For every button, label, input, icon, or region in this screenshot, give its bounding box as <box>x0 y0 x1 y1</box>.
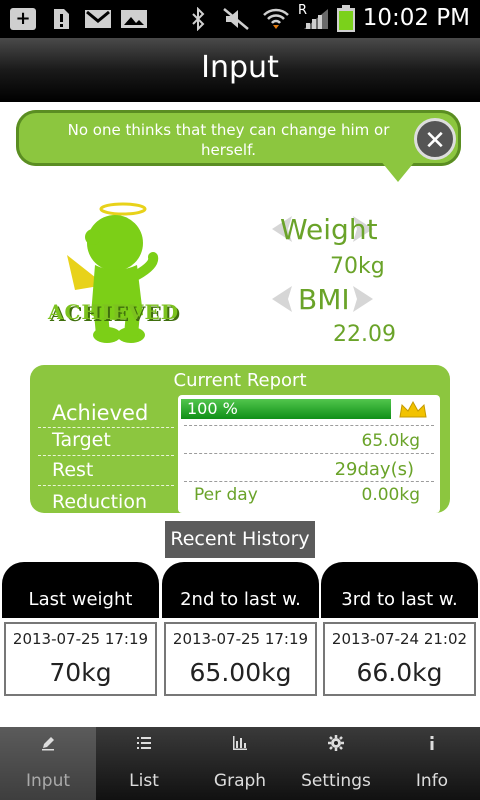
crown-icon <box>399 400 427 418</box>
status-clock: 10:02 PM <box>362 5 470 31</box>
notification-plus-icon: + <box>10 7 36 31</box>
row-divider <box>38 485 174 486</box>
history-date: 2013-07-24 21:02 <box>331 630 468 648</box>
battery-icon <box>336 5 356 32</box>
title-bar: Input <box>0 38 480 102</box>
nav-tab-info[interactable]: Info <box>384 727 480 800</box>
history-date: 2013-07-25 17:19 <box>172 630 309 648</box>
row-divider <box>184 425 434 426</box>
row-divider <box>38 455 174 456</box>
gmail-icon <box>84 7 112 31</box>
history-card-body: 2013-07-24 21:02 66.0kg <box>323 622 476 696</box>
pencil-icon <box>0 735 96 755</box>
roaming-indicator: R <box>298 3 308 18</box>
history-card-third[interactable]: 3rd to last w. 2013-07-24 21:02 66.0kg <box>321 562 478 696</box>
rest-value: 29day(s) <box>334 459 414 480</box>
history-date: 2013-07-25 17:19 <box>12 630 149 648</box>
wifi-icon <box>262 7 290 31</box>
history-card-last[interactable]: Last weight 2013-07-25 17:19 70kg <box>2 562 159 696</box>
history-weight: 65.00kg <box>189 658 292 687</box>
row-divider <box>38 427 174 428</box>
history-card-header: 3rd to last w. <box>321 562 478 618</box>
gear-icon <box>288 735 384 755</box>
tip-message: No one thinks that they can change him o… <box>67 121 390 159</box>
target-label: Target <box>52 429 111 451</box>
signal-icon: R <box>296 3 330 31</box>
bar-chart-icon <box>192 735 288 755</box>
list-icon <box>96 735 192 755</box>
nav-label: Info <box>415 771 449 791</box>
tip-bubble-tail <box>380 160 416 182</box>
history-card-header: 2nd to last w. <box>162 562 319 618</box>
nav-label: Settings <box>301 771 371 791</box>
row-divider <box>184 481 434 482</box>
history-card-body: 2013-07-25 17:19 70kg <box>4 622 157 696</box>
bmi-value: 22.09 <box>333 322 396 347</box>
per-day-label: Per day <box>194 485 258 505</box>
nav-tab-list[interactable]: List <box>96 727 192 800</box>
progress-text: 100 % <box>187 399 238 418</box>
achieved-label: Achieved <box>52 401 149 425</box>
history-card-title: 2nd to last w. <box>180 589 301 610</box>
nav-label: List <box>129 771 159 791</box>
reduction-label: Reduction <box>52 491 147 513</box>
achievement-progress-bar: 100 % <box>181 399 391 419</box>
bluetooth-icon <box>190 7 206 31</box>
weight-value: 70kg <box>330 254 385 279</box>
current-report-panel: Current Report Achieved Target Rest Redu… <box>30 365 450 513</box>
mute-icon <box>222 7 250 31</box>
nav-tab-settings[interactable]: Settings <box>288 727 384 800</box>
sd-card-alert-icon <box>50 7 72 31</box>
per-day-value: 0.00kg <box>361 485 421 505</box>
history-card-body: 2013-07-25 17:19 65.00kg <box>164 622 317 696</box>
status-bar: + R 10:02 PM <box>0 0 480 38</box>
history-card-second[interactable]: 2nd to last w. 2013-07-25 17:19 65.00kg <box>162 562 319 696</box>
report-title: Current Report <box>173 370 307 391</box>
weight-label: Weight <box>280 213 378 246</box>
report-values-box: 100 % 65.0kg 29day(s) Per day 0.00kg <box>178 395 440 513</box>
page-title: Input <box>201 50 279 85</box>
gallery-icon <box>120 7 148 31</box>
rest-label: Rest <box>52 459 94 481</box>
nav-label: Graph <box>213 771 267 791</box>
row-divider <box>184 453 434 454</box>
tip-bubble: No one thinks that they can change him o… <box>16 110 461 166</box>
bottom-nav: Input List Graph Settings Info <box>0 727 480 800</box>
recent-history-label: Recent History <box>165 521 315 558</box>
history-card-title: Last weight <box>28 589 133 610</box>
close-icon: ✕ <box>424 126 446 156</box>
nav-tab-input[interactable]: Input <box>0 727 96 800</box>
info-icon <box>384 735 480 755</box>
history-weight: 70kg <box>49 658 112 687</box>
achieved-badge: ACHIEVED <box>48 300 180 324</box>
angel-mascot-image <box>67 202 159 343</box>
history-card-title: 3rd to last w. <box>341 589 458 610</box>
close-tip-button[interactable]: ✕ <box>414 118 456 160</box>
target-value: 65.0kg <box>361 431 421 451</box>
bmi-label: BMI <box>298 283 350 316</box>
history-weight: 66.0kg <box>356 658 443 687</box>
history-card-header: Last weight <box>2 562 159 618</box>
nav-tab-graph[interactable]: Graph <box>192 727 288 800</box>
nav-label: Input <box>25 771 71 791</box>
